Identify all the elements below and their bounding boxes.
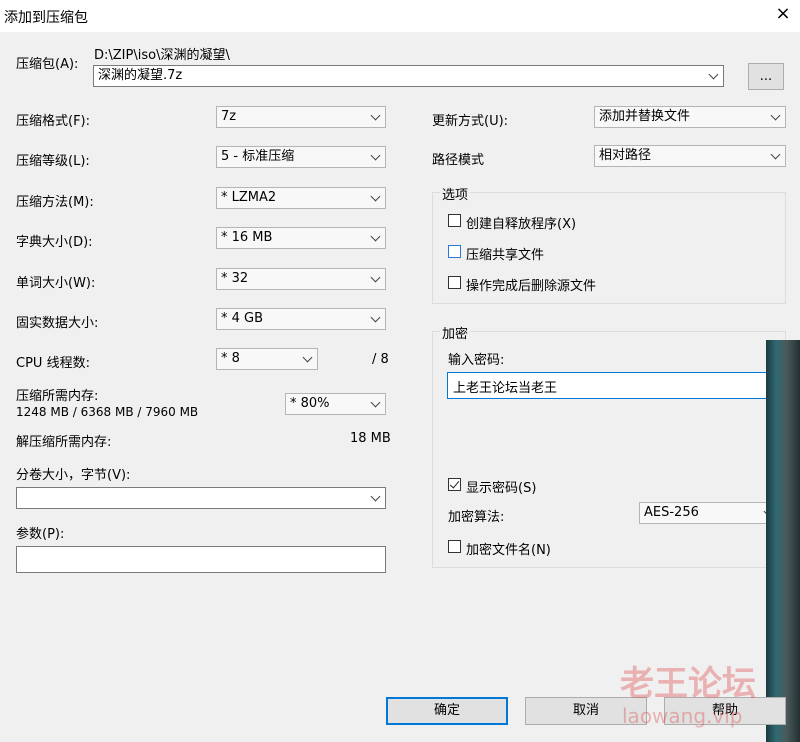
chevron-down-icon (770, 110, 781, 121)
checkmark-icon (449, 478, 460, 489)
password-label: 输入密码: (448, 353, 505, 368)
chevron-down-icon (370, 191, 381, 202)
path-mode-value: 相对路径 (599, 148, 652, 163)
delete-after-label: 操作完成后删除源文件 (466, 279, 597, 294)
threads-value: * 8 (221, 351, 240, 366)
dict-label: 字典大小(D): (16, 235, 93, 250)
level-value: 5 - 标准压缩 (221, 149, 295, 164)
chevron-down-icon (370, 150, 381, 161)
memory-detail: 1248 MB / 6368 MB / 7960 MB (16, 405, 199, 419)
chevron-down-icon (370, 397, 381, 408)
dict-combo[interactable]: * 16 MB (216, 227, 386, 249)
archive-name-combo[interactable]: 深渊的凝望.7z (93, 65, 724, 87)
params-label: 参数(P): (16, 527, 65, 542)
threads-combo[interactable]: * 8 (216, 348, 318, 370)
show-password-label: 显示密码(S) (466, 481, 537, 496)
watermark-text: 老王论坛 (620, 664, 756, 704)
word-combo[interactable]: * 32 (216, 268, 386, 290)
shared-label: 压缩共享文件 (466, 248, 545, 263)
word-value: * 32 (221, 271, 249, 286)
title-bar (0, 0, 800, 32)
encryption-method-combo[interactable]: AES-256 (639, 502, 779, 524)
update-combo[interactable]: 添加并替换文件 (594, 106, 786, 128)
method-label: 压缩方法(M): (16, 195, 94, 210)
memory-label: 压缩所需内存: (16, 389, 99, 404)
chevron-down-icon (708, 69, 719, 80)
chevron-down-icon (370, 312, 381, 323)
ok-button[interactable]: 确定 (386, 697, 508, 725)
format-value: 7z (221, 109, 237, 124)
background-window-image (766, 340, 800, 742)
sfx-label: 创建自释放程序(X) (466, 217, 577, 232)
archive-label: 压缩包(A): (16, 57, 79, 72)
method-combo[interactable]: * LZMA2 (216, 187, 386, 209)
window-title: 添加到压缩包 (4, 10, 88, 26)
encryption-method-value: AES-256 (644, 505, 699, 520)
password-value: 上老王论坛当老王 (453, 381, 558, 396)
level-combo[interactable]: 5 - 标准压缩 (216, 146, 386, 168)
chevron-down-icon (770, 149, 781, 160)
chevron-down-icon (370, 231, 381, 242)
method-value: * LZMA2 (221, 190, 277, 205)
update-value: 添加并替换文件 (599, 109, 691, 124)
encryption-method-label: 加密算法: (448, 510, 505, 525)
update-label: 更新方式(U): (432, 114, 509, 129)
options-title: 选项 (440, 184, 471, 203)
dict-value: * 16 MB (221, 230, 273, 245)
threads-label: CPU 线程数: (16, 356, 90, 371)
volume-label: 分卷大小，字节(V): (16, 468, 131, 483)
level-label: 压缩等级(L): (16, 154, 90, 169)
show-password-checkbox[interactable] (448, 478, 461, 491)
password-input[interactable]: 上老王论坛当老王 (447, 372, 787, 399)
path-mode-combo[interactable]: 相对路径 (594, 145, 786, 167)
decompress-memory-value: 18 MB (350, 431, 391, 446)
memory-percent-combo[interactable]: * 80% (285, 393, 386, 415)
close-icon[interactable]: × (772, 3, 794, 25)
path-mode-label: 路径模式 (432, 153, 485, 168)
memory-percent-value: * 80% (290, 396, 330, 411)
threads-total: / 8 (372, 352, 389, 367)
format-label: 压缩格式(F): (16, 114, 91, 129)
volume-combo[interactable] (16, 487, 386, 509)
browse-button[interactable]: ... (748, 63, 784, 90)
solid-value: * 4 GB (221, 311, 264, 326)
watermark-url: laowang.vip (622, 704, 743, 728)
encrypt-names-label: 加密文件名(N) (466, 543, 551, 558)
shared-checkbox[interactable] (448, 245, 461, 258)
chevron-down-icon (370, 110, 381, 121)
decompress-memory-label: 解压缩所需内存: (16, 435, 112, 450)
chevron-down-icon (302, 352, 313, 363)
delete-after-checkbox[interactable] (448, 276, 461, 289)
encrypt-names-checkbox[interactable] (448, 540, 461, 553)
chevron-down-icon (370, 491, 381, 502)
chevron-down-icon (370, 272, 381, 283)
encryption-title: 加密 (440, 323, 471, 342)
word-label: 单词大小(W): (16, 276, 96, 291)
solid-label: 固实数据大小: (16, 316, 99, 331)
archive-name-value: 深渊的凝望.7z (98, 68, 183, 83)
params-input[interactable] (16, 546, 386, 573)
format-combo[interactable]: 7z (216, 106, 386, 128)
solid-combo[interactable]: * 4 GB (216, 308, 386, 330)
archive-path: D:\ZIP\iso\深渊的凝望\ (94, 48, 230, 63)
sfx-checkbox[interactable] (448, 214, 461, 227)
